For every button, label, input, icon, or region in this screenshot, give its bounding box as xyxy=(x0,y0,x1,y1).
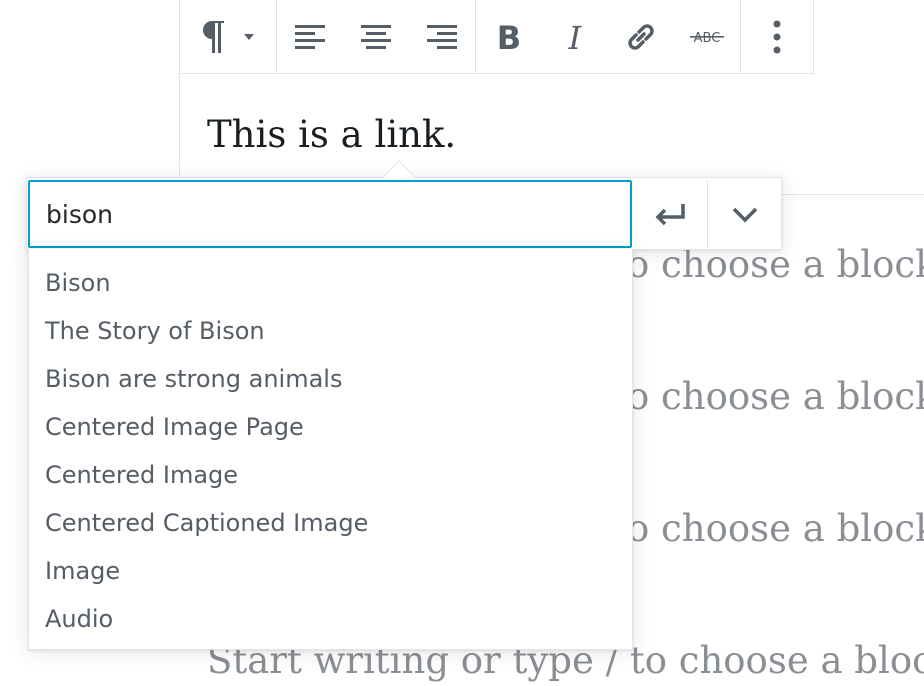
paragraph-block[interactable]: This is a link. xyxy=(207,110,456,160)
suggestion-item[interactable]: Audio xyxy=(29,595,632,643)
suggestion-item[interactable]: Centered Image xyxy=(29,451,632,499)
enter-icon xyxy=(655,204,685,226)
more-options-button[interactable] xyxy=(741,0,813,73)
suggestion-item[interactable]: Bison are strong animals xyxy=(29,355,632,403)
link-suggestions-list: Bison The Story of Bison Bison are stron… xyxy=(28,249,633,650)
more-group xyxy=(741,0,813,73)
align-right-button[interactable] xyxy=(409,0,475,73)
suggestion-item[interactable]: The Story of Bison xyxy=(29,307,632,355)
block-toolbar: B I ABC xyxy=(179,0,814,74)
empty-block-placeholder[interactable]: o choose a block xyxy=(627,504,924,554)
strikethrough-icon: ABC xyxy=(690,31,724,46)
formatting-group: B I ABC xyxy=(476,0,741,73)
chevron-down-icon xyxy=(732,207,757,223)
block-type-group xyxy=(180,0,277,73)
italic-button[interactable]: I xyxy=(542,0,608,73)
more-vertical-icon xyxy=(773,20,781,53)
suggestion-item[interactable]: Image xyxy=(29,547,632,595)
bold-button[interactable]: B xyxy=(476,0,542,73)
link-button[interactable] xyxy=(608,0,674,73)
svg-text:I: I xyxy=(568,21,583,53)
suggestion-item[interactable]: Centered Image Page xyxy=(29,403,632,451)
suggestion-item[interactable]: Bison xyxy=(29,259,632,307)
link-submit-button[interactable] xyxy=(633,180,707,248)
paragraph-block-switcher[interactable] xyxy=(180,0,276,73)
bold-icon: B xyxy=(497,21,521,53)
align-right-icon xyxy=(427,24,457,49)
svg-text:ABC: ABC xyxy=(694,31,721,46)
svg-text:B: B xyxy=(497,21,521,53)
align-center-icon xyxy=(361,24,391,49)
paragraph-icon xyxy=(203,20,254,53)
alignment-group xyxy=(277,0,476,73)
align-left-icon xyxy=(295,24,325,49)
suggestion-item[interactable]: Centered Captioned Image xyxy=(29,499,632,547)
align-left-button[interactable] xyxy=(277,0,343,73)
link-settings-toggle[interactable] xyxy=(707,180,781,248)
italic-icon: I xyxy=(568,21,583,53)
strikethrough-button[interactable]: ABC xyxy=(674,0,740,73)
empty-block-placeholder[interactable]: o choose a block xyxy=(627,372,924,422)
link-icon xyxy=(628,23,654,50)
align-center-button[interactable] xyxy=(343,0,409,73)
link-url-input[interactable] xyxy=(28,180,632,248)
